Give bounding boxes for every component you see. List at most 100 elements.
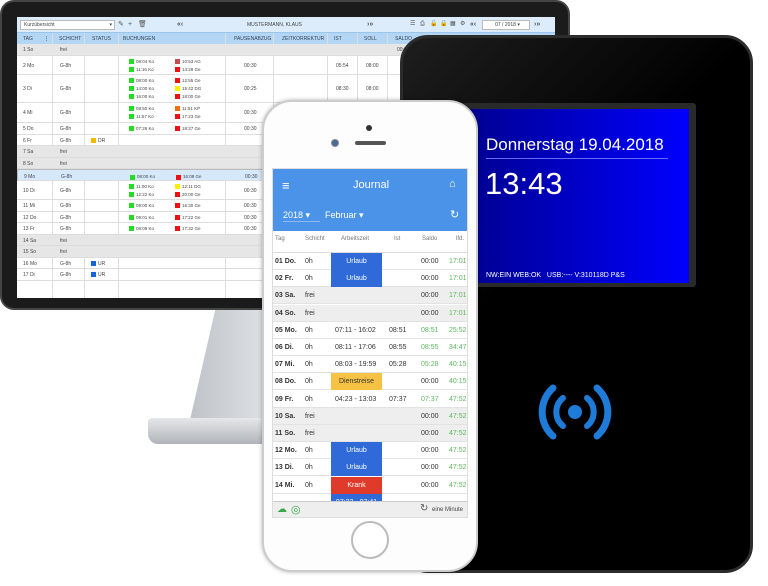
booking-entry[interactable]: 08:00 Ko: [129, 78, 154, 83]
shift-label: frei: [305, 309, 315, 317]
journal-row[interactable]: 09 Fr. 0h 04:23 - 13:03 07:37 07:37 47:52: [273, 391, 467, 408]
next-icon[interactable]: ›»: [367, 20, 373, 29]
prev-icon[interactable]: «‹: [177, 20, 183, 29]
col-buchungen[interactable]: BUCHUNGEN: [123, 36, 155, 42]
journal-row[interactable]: 12 Mo. 0h Urlaub 00:00 47:52: [273, 442, 467, 460]
journal-row[interactable]: 03 Sa. frei 00:00 17:01: [273, 287, 467, 305]
booking-entry[interactable]: 12:22 Ko: [129, 191, 154, 197]
day-label: 09 Fr.: [275, 395, 294, 403]
col-schicht[interactable]: SCHICHT: [59, 36, 81, 42]
booking-entry[interactable]: 17:32 Ge: [175, 226, 201, 231]
journal-row[interactable]: 11 So. frei 00:00 47:52: [273, 425, 467, 442]
day-cell: 13 Fr: [23, 226, 35, 232]
shift-cell: G-8h: [60, 137, 72, 144]
col-tag[interactable]: TAG: [23, 36, 33, 42]
journal-row[interactable]: 10 Sa. frei 00:00 47:52: [273, 407, 467, 425]
plus-icon[interactable]: +: [128, 20, 132, 29]
booking-text: 12:55 Ge: [182, 78, 201, 83]
booking-entry[interactable]: 18:27 Ge: [175, 126, 201, 131]
booking-entry[interactable]: 12:11 DG: [175, 183, 201, 189]
month-next-icon[interactable]: ›»: [534, 20, 540, 29]
list-icon[interactable]: ☰: [410, 20, 415, 29]
unlock-icon[interactable]: 🔓: [430, 20, 437, 29]
booking-text: 16:30 Ge: [182, 203, 201, 208]
journal-row[interactable]: 05 Mo. 0h 07:11 - 16:02 08:51 08:51 25:52: [273, 322, 467, 339]
booking-type-marker: [175, 226, 180, 231]
ist-label: 07:37: [389, 395, 407, 403]
day-cell: 9 Mo: [24, 174, 36, 180]
booking-entry[interactable]: 16:00 Ko: [129, 94, 154, 99]
month-select[interactable]: Februar ▾: [325, 210, 364, 221]
journal-row[interactable]: 14 Mi. 0h Krank 00:00 47:52: [273, 476, 467, 494]
booking-entry[interactable]: 09:00 Ko: [129, 203, 154, 208]
booking-entry[interactable]: 11:16 Ko: [129, 66, 154, 72]
saldo-label: 08:51: [421, 326, 439, 334]
booking-entry[interactable]: 18:00 Ge: [175, 94, 201, 99]
terminal-status: NW:EIN WEB:OK USB:---- V:310118D P&S: [486, 272, 625, 279]
home-button[interactable]: [351, 521, 389, 559]
col-soll[interactable]: SOLL: [364, 36, 377, 42]
booking-entry[interactable]: 16:08 Ge: [176, 173, 202, 181]
journal-row[interactable]: 06 Di. 0h 08:11 - 17:06 08:55 08:55 34:47: [273, 339, 467, 356]
booking-entry[interactable]: 17:23 Ge: [175, 114, 201, 119]
lock-icon[interactable]: 🔒: [440, 20, 447, 29]
pause-cell: 00:30: [244, 203, 257, 209]
journal-row[interactable]: 04 So. frei 00:00 17:01: [273, 304, 467, 322]
journal-row[interactable]: 13 Di. 0h Urlaub 00:00 47:52: [273, 459, 467, 477]
calculator-icon[interactable]: ▦: [450, 20, 456, 29]
refresh-icon[interactable]: ↻: [450, 208, 459, 221]
year-select[interactable]: 2018 ▾: [283, 210, 320, 222]
booking-type-marker: [129, 183, 134, 189]
booking-type-marker: [129, 86, 134, 91]
booking-entry[interactable]: 08:50 Ko: [129, 106, 154, 111]
col-saldo: Saldo: [422, 236, 438, 242]
journal-row[interactable]: 08 Do. 0h Dienstreise 00:00 40:15: [273, 373, 467, 391]
settings-icon[interactable]: ⚙: [460, 20, 465, 29]
booking-entry[interactable]: 16:30 Ge: [175, 203, 201, 208]
booking-entry[interactable]: 09:01 Ko: [129, 214, 154, 220]
col-pausenabzug[interactable]: PAUSENABZUG: [234, 36, 271, 42]
booking-entry[interactable]: 11:00 Ko: [129, 183, 154, 189]
ist-cell: 05:54: [336, 62, 349, 69]
booking-entry[interactable]: 14:28 Ge: [175, 66, 201, 72]
booking-type-marker: [175, 94, 180, 99]
booking-type-marker: [176, 174, 181, 180]
booking-entry[interactable]: 20:00 Ge: [175, 191, 201, 197]
journal-row[interactable]: 07 Mi. 0h 08:03 - 19:59 05:28 05:28 40:15: [273, 356, 467, 374]
pause-cell: 00:30: [245, 174, 258, 180]
journal-row[interactable]: 01 Do. 0h Urlaub 00:00 17:01: [273, 253, 467, 270]
trash-icon[interactable]: 🗑: [138, 20, 147, 29]
saldo-label: 00:00: [421, 464, 439, 472]
soll-cell: 08:00: [366, 86, 379, 92]
booking-entry[interactable]: 08:09 Ko: [129, 226, 154, 231]
booking-entry[interactable]: 10:53 AG: [175, 58, 201, 64]
month-select[interactable]: 07 / 2018 ▾: [482, 20, 530, 30]
absence-band: Urlaub: [331, 270, 382, 288]
col-status[interactable]: STATUS: [92, 36, 111, 42]
home-icon[interactable]: ⌂: [449, 178, 456, 190]
saldo-label: 00:00: [421, 378, 439, 386]
saldo-label: 00:00: [421, 275, 439, 283]
booking-entry[interactable]: 07:26 Ko: [129, 126, 154, 131]
month-prev-icon[interactable]: «‹: [470, 20, 476, 29]
col-ist[interactable]: IST: [334, 36, 342, 42]
col-zeitkorrektur[interactable]: ZEITKORREKTUR: [282, 36, 324, 42]
print-icon[interactable]: ⎙: [420, 20, 425, 29]
booking-entry[interactable]: 15:42 DG: [175, 86, 201, 91]
phone-speaker: [355, 141, 386, 145]
shift-cell: G-8h: [61, 174, 73, 180]
booking-entry[interactable]: 14:00 Ko: [129, 86, 154, 91]
pencil-icon[interactable]: ✎: [118, 20, 124, 29]
journal-row[interactable]: 02 Fr. 0h Urlaub 00:00 17:01: [273, 270, 467, 288]
booking-entry[interactable]: 08:04 Ko: [129, 58, 154, 64]
booking-entry[interactable]: 11:57 Ko: [129, 114, 154, 119]
booking-entry[interactable]: 08:00 Ko: [130, 173, 155, 181]
day-cell: 14 Sa: [23, 237, 37, 244]
booking-text: 09:00 Ko: [136, 203, 155, 208]
booking-entry[interactable]: 12:55 Ge: [175, 78, 201, 83]
view-select[interactable]: Kurzübersicht ▾: [20, 20, 115, 30]
booking-entry[interactable]: 11:51 KP: [175, 106, 200, 111]
column-menu-icon[interactable]: ⋮: [44, 36, 49, 42]
booking-entry[interactable]: 17:22 Ge: [175, 214, 201, 220]
booking-type-marker: [175, 86, 180, 91]
